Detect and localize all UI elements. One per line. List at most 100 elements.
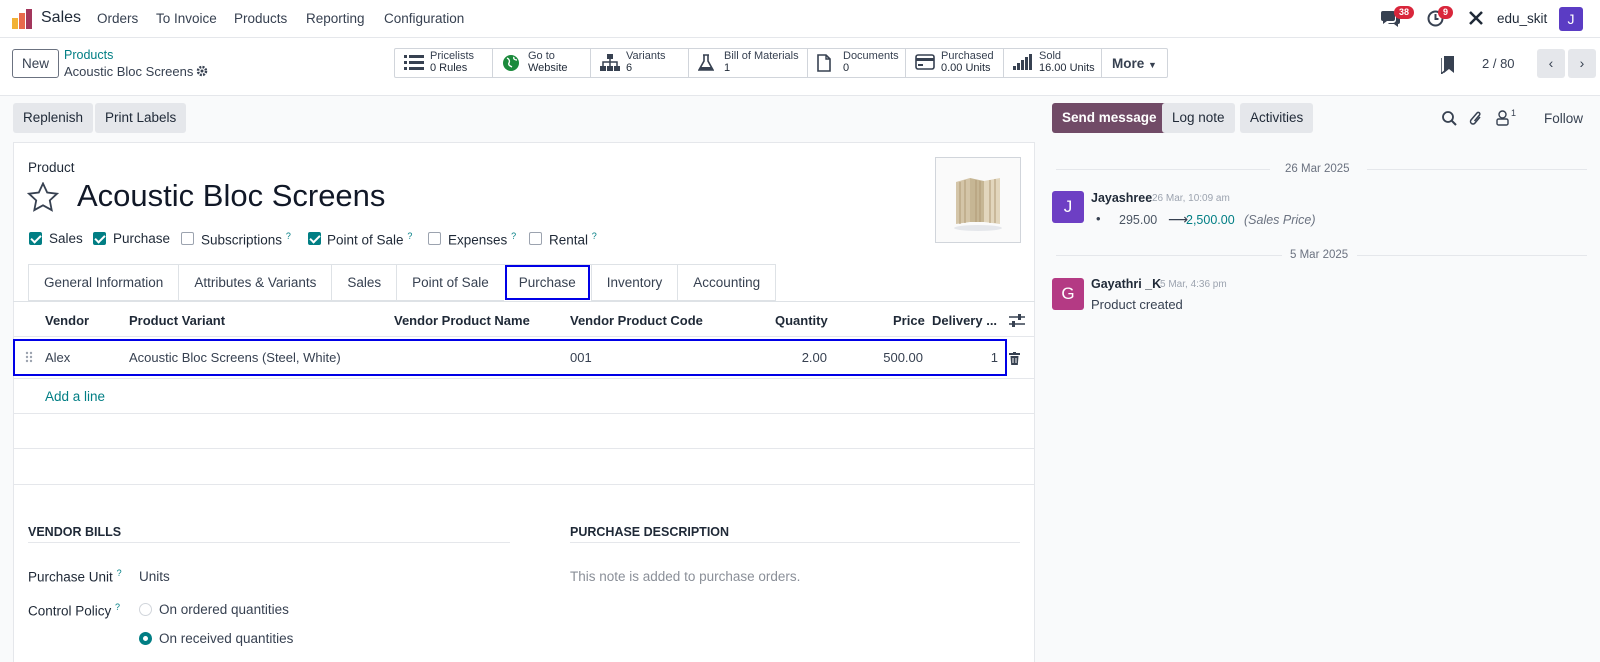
col-vendor-product-name[interactable]: Vendor Product Name [394,313,530,328]
activities-badge: 9 [1438,6,1454,19]
product-image[interactable] [935,157,1021,243]
purchase-description-field[interactable]: This note is added to purchase orders. [570,569,800,584]
subscriptions-checkbox-label: Subscriptions ? [201,231,291,248]
sales-checkbox[interactable] [29,232,42,245]
activities-button[interactable]: Activities [1240,103,1314,133]
optional-columns-icon[interactable] [1009,314,1025,331]
paperclip-icon[interactable] [1469,110,1483,130]
vendor-bills-underline [28,542,510,543]
tools-icon[interactable] [1468,10,1484,29]
form-sheet [13,142,1035,662]
print-labels-button[interactable]: Print Labels [95,103,187,133]
col-vendor-product-code[interactable]: Vendor Product Code [570,313,703,328]
cell-delivery[interactable]: 1 [960,350,998,365]
menu-to-invoice[interactable]: To Invoice [156,11,217,26]
purchase-checkbox[interactable] [93,232,106,245]
col-quantity[interactable]: Quantity [775,313,828,328]
radio-received-quantities[interactable] [139,632,152,645]
control-panel: New Products Acoustic Bloc Screens Price… [0,38,1600,96]
more-button[interactable]: More ▼ [1102,49,1167,77]
menu-orders[interactable]: Orders [97,11,138,26]
menu-reporting[interactable]: Reporting [306,11,365,26]
purchase-unit-value[interactable]: Units [139,569,170,584]
subscriptions-checkbox[interactable] [181,232,194,245]
tabs-divider [13,301,1035,302]
user-avatar[interactable]: J [1559,7,1583,31]
cell-vendor[interactable]: Alex [45,350,70,365]
room-divider-image [954,178,1002,231]
drag-handle-icon[interactable] [25,351,33,366]
replenish-button[interactable]: Replenish [13,103,94,133]
col-delivery[interactable]: Delivery ... [932,313,997,328]
pager-previous-button[interactable]: ‹ [1537,49,1565,78]
send-message-button[interactable]: Send message [1052,103,1167,133]
changed-field: (Sales Price) [1244,213,1316,227]
trash-icon[interactable] [1009,352,1020,368]
documents-button[interactable]: Documents 0 [808,49,906,77]
sold-button[interactable]: Sold 16.00 Units [1004,49,1102,77]
avatar[interactable]: J [1052,191,1084,223]
col-price[interactable]: Price [893,313,925,328]
help-tooltip-icon: ? [407,231,413,241]
cell-quantity[interactable]: 2.00 [762,350,827,365]
avatar[interactable]: G [1052,278,1084,310]
tab-accounting[interactable]: Accounting [677,264,777,301]
help-tooltip-icon: ? [116,568,122,578]
company-name[interactable]: edu_skit [1497,11,1547,26]
col-vendor[interactable]: Vendor [45,313,89,328]
breadcrumb-products[interactable]: Products [64,48,113,62]
rental-checkbox-label: Rental ? [549,231,597,248]
row-divider-4 [13,484,1035,485]
radio-ordered-label[interactable]: On ordered quantities [159,602,289,617]
row-divider [13,378,1035,379]
settings-gear-icon[interactable] [196,65,208,80]
message-author[interactable]: Jayashree [1091,191,1152,205]
radio-received-label[interactable]: On received quantities [159,631,293,646]
menu-products[interactable]: Products [234,11,287,26]
tab-sales[interactable]: Sales [331,264,397,301]
tab-general-information[interactable]: General Information [28,264,179,301]
variants-button[interactable]: Variants 6 [591,49,689,77]
log-note-button[interactable]: Log note [1162,103,1235,133]
product-name[interactable]: Acoustic Bloc Screens [77,178,385,214]
breadcrumb-current: Acoustic Bloc Screens [64,64,194,79]
favorite-star-icon[interactable] [26,181,60,215]
tab-purchase[interactable]: Purchase [503,264,591,301]
search-icon[interactable] [1442,111,1457,129]
top-navbar: Sales Orders To Invoice Products Reporti… [0,0,1600,38]
date-separator-line-2b [1357,255,1587,256]
pager-next-button[interactable]: › [1568,49,1596,78]
bill-of-materials-button[interactable]: Bill of Materials 1 [689,49,808,77]
new-button[interactable]: New [12,49,59,78]
purchase-description-title: PURCHASE DESCRIPTION [570,525,730,539]
message-author[interactable]: Gayathri _K [1091,277,1161,291]
sales-checkbox-label: Sales [49,231,83,246]
tab-point-of-sale[interactable]: Point of Sale [396,264,504,301]
bookmark-icon[interactable] [1440,56,1455,77]
go-to-website-button[interactable]: Go to Website [493,49,591,77]
followers-icon[interactable] [1496,110,1509,129]
menu-configuration[interactable]: Configuration [384,11,464,26]
point-of-sale-checkbox[interactable] [308,232,321,245]
follow-button[interactable]: Follow [1544,111,1583,126]
radio-ordered-quantities[interactable] [139,603,152,616]
tab-attributes-variants[interactable]: Attributes & Variants [178,264,332,301]
cell-vendor-code[interactable]: 001 [570,350,592,365]
add-a-line-link[interactable]: Add a line [45,389,105,404]
table-header-line [13,336,1035,337]
app-name[interactable]: Sales [41,9,81,27]
purchased-button[interactable]: Purchased 0.00 Units [906,49,1004,77]
point-of-sale-checkbox-label: Point of Sale ? [327,231,413,248]
expenses-checkbox-label: Expenses ? [448,231,517,248]
expenses-checkbox[interactable] [428,232,441,245]
pricelists-button[interactable]: Pricelists 0 Rules [395,49,493,77]
col-product-variant[interactable]: Product Variant [129,313,225,328]
sales-app-icon[interactable] [12,9,32,29]
rental-checkbox[interactable] [529,232,542,245]
cell-price[interactable]: 500.00 [855,350,923,365]
cell-product-variant[interactable]: Acoustic Bloc Screens (Steel, White) [129,350,341,365]
purchase-checkbox-label: Purchase [113,231,171,246]
pager-value[interactable]: 2 / 80 [1482,56,1515,71]
help-tooltip-icon: ? [591,231,597,241]
tab-inventory[interactable]: Inventory [590,264,678,301]
